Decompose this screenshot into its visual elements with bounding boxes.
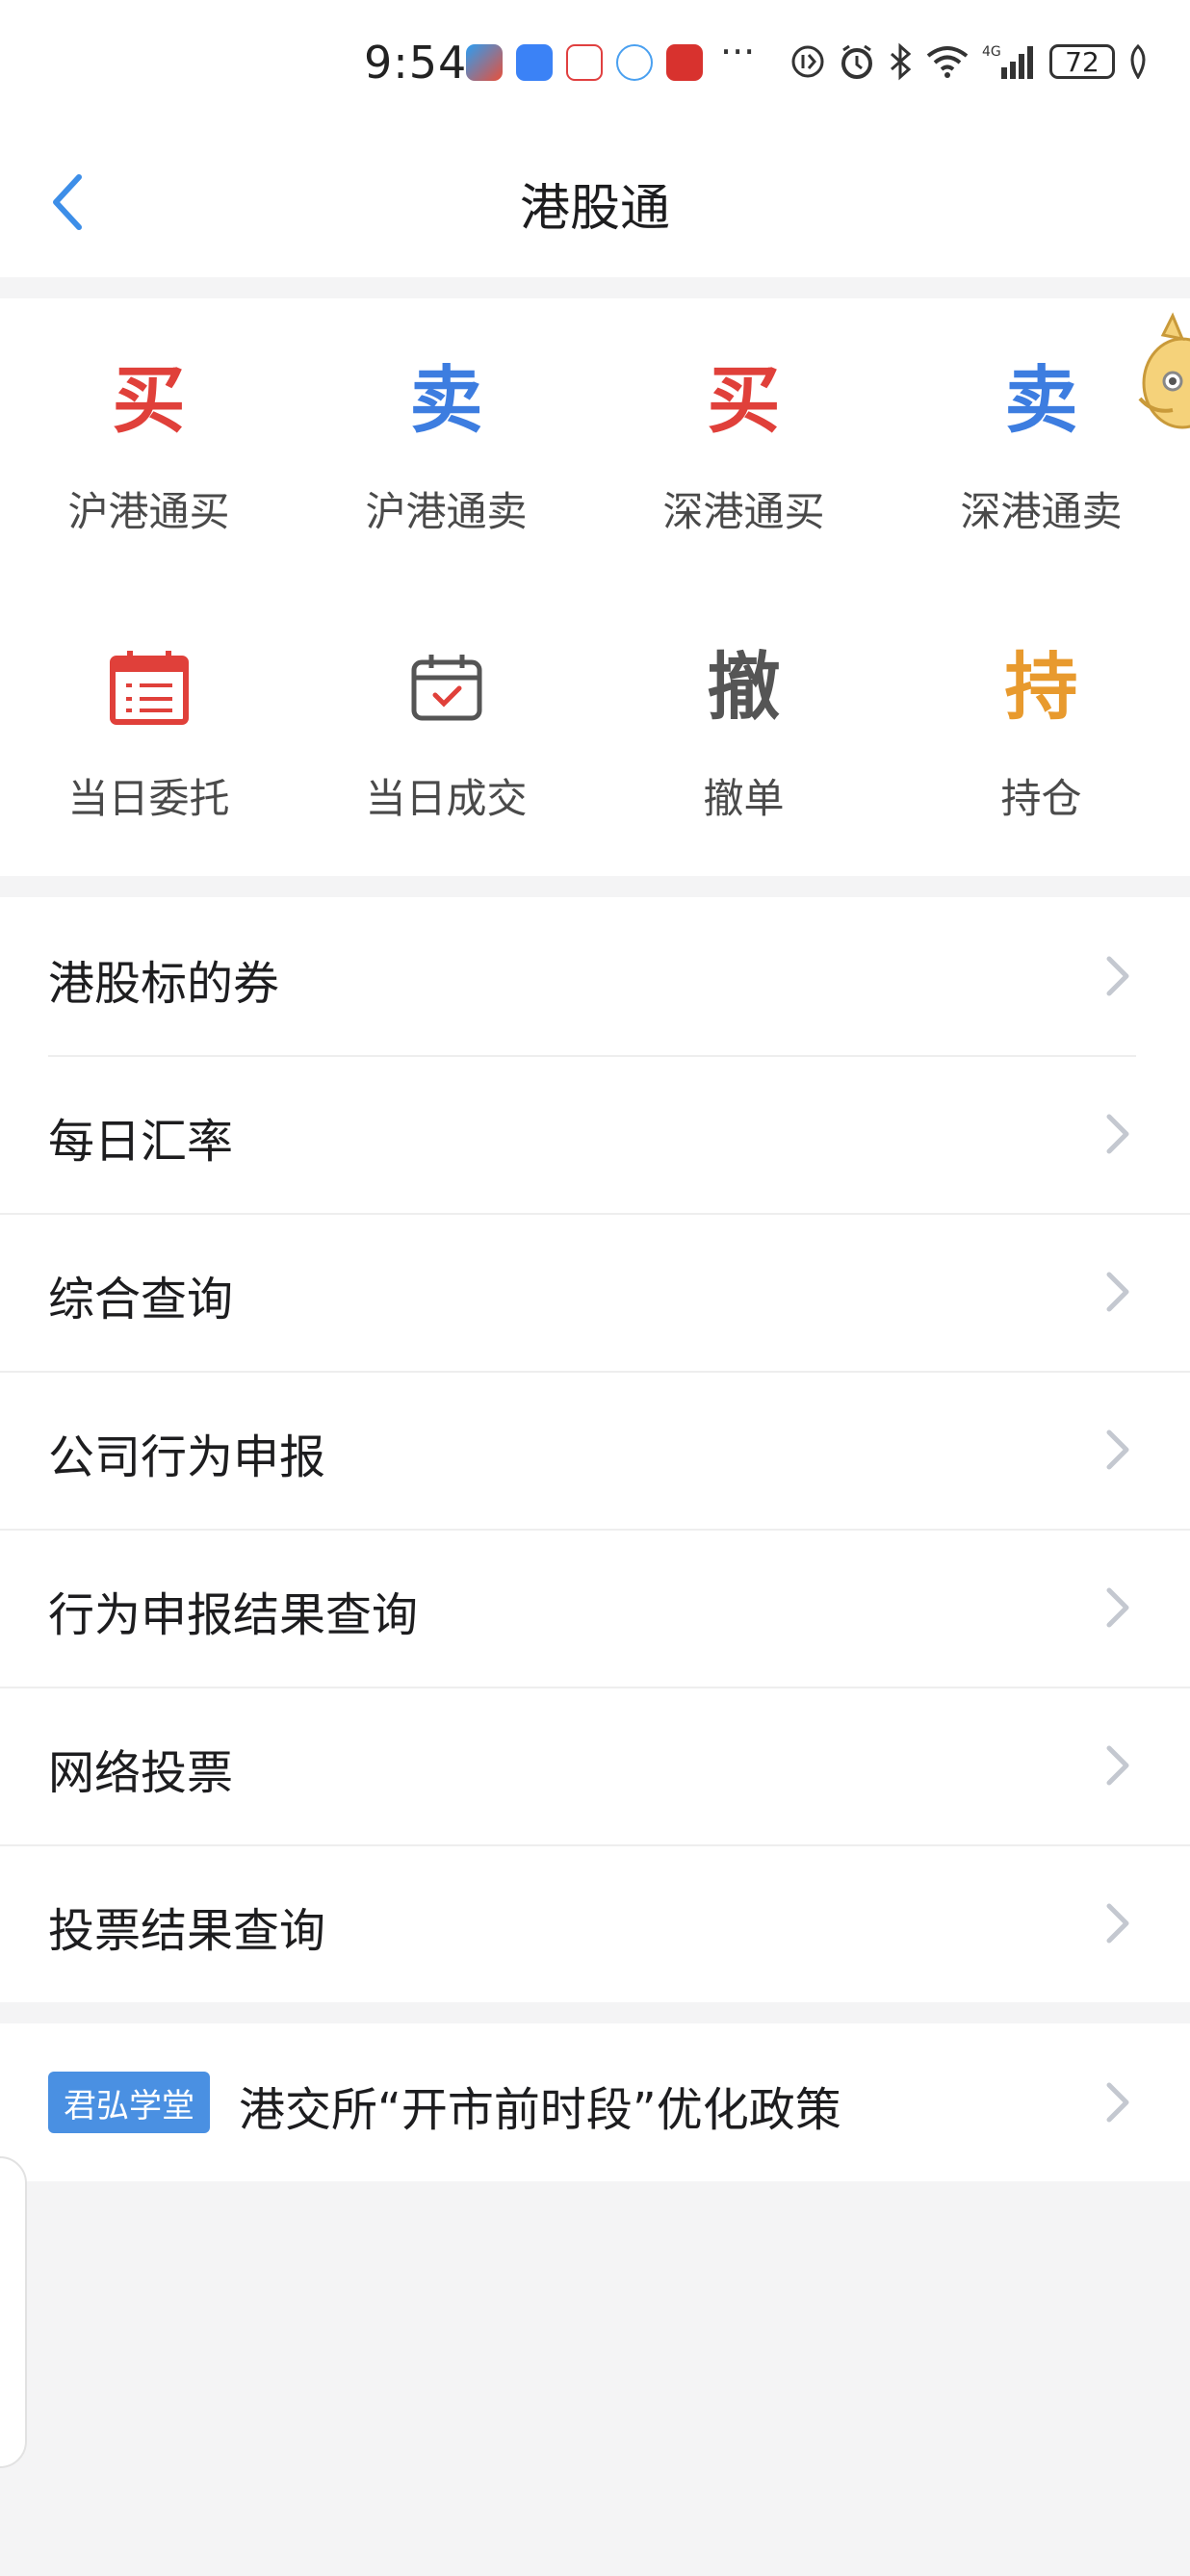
chevron-right-icon	[1106, 956, 1129, 996]
menu-item-label: 公司行为申报	[48, 1430, 326, 1484]
app-notification-icon	[516, 44, 553, 81]
chevron-right-icon	[1106, 1745, 1129, 1786]
buy-icon: 买	[112, 357, 186, 443]
charging-leaf-icon	[1130, 44, 1146, 79]
menu-item-label: 综合查询	[48, 1273, 234, 1327]
menu-item-hk-eligible-securities[interactable]: 港股标的券	[0, 897, 1190, 1055]
page-title: 港股通	[519, 180, 670, 238]
app-notification-icon	[566, 44, 603, 81]
trade-actions-grid: 买 沪港通买 卖 沪港通卖 买 深港通买 卖 深港通卖 当日委托 当日成交 撤 …	[0, 298, 1190, 876]
status-bar: 9:54 ··· 4G 72	[0, 0, 1190, 135]
mascot-icon[interactable]	[1134, 306, 1190, 441]
promo-badge: 君弘学堂	[48, 2072, 210, 2133]
cancel-order-button[interactable]: 撤 撤单	[595, 639, 892, 825]
chevron-right-icon	[1106, 1903, 1129, 1944]
chevron-right-icon	[1106, 2082, 1129, 2123]
more-notifications-icon: ···	[720, 31, 756, 73]
promo-article-link[interactable]: 君弘学堂 港交所“开市前时段”优化政策	[0, 2023, 1190, 2181]
4g-signal-icon: 4G	[982, 44, 1033, 79]
menu-item-declaration-result-query[interactable]: 行为申报结果查询	[0, 1529, 1190, 1687]
sell-icon: 卖	[409, 357, 483, 443]
bluetooth-icon	[891, 42, 912, 81]
alarm-icon	[841, 44, 872, 79]
data-saver-icon	[791, 45, 824, 78]
grid-item-label: 沪港通卖	[365, 488, 528, 535]
menu-item-voting-result-query[interactable]: 投票结果查询	[0, 1844, 1190, 2002]
menu-item-general-query[interactable]: 综合查询	[0, 1213, 1190, 1371]
menu-item-label: 网络投票	[48, 1746, 234, 1800]
sh-hk-sell-button[interactable]: 卖 沪港通卖	[298, 352, 595, 538]
grid-item-label: 当日成交	[365, 775, 528, 822]
grid-item-label: 深港通买	[662, 488, 825, 535]
today-deals-button[interactable]: 当日成交	[298, 639, 595, 825]
promo-title: 港交所“开市前时段”优化政策	[239, 2083, 841, 2137]
wifi-icon	[926, 46, 969, 78]
floating-side-tab[interactable]	[0, 2156, 27, 2468]
chevron-right-icon	[1106, 1114, 1129, 1154]
grid-item-label: 沪港通买	[67, 488, 230, 535]
positions-button[interactable]: 持 持仓	[892, 639, 1190, 825]
grid-item-label: 深港通卖	[960, 488, 1123, 535]
status-time: 9:54	[364, 37, 468, 89]
system-icons: 4G 72	[789, 42, 1150, 81]
app-notification-icon	[666, 44, 703, 81]
menu-item-daily-exchange-rate[interactable]: 每日汇率	[0, 1055, 1190, 1213]
app-notification-icon	[466, 44, 503, 81]
grid-item-label: 撤单	[703, 775, 785, 822]
buy-icon: 买	[707, 357, 781, 443]
app-notification-icon	[616, 44, 653, 81]
calendar-list-icon	[0, 639, 298, 735]
battery-indicator: 72	[1049, 44, 1115, 79]
today-orders-button[interactable]: 当日委托	[0, 639, 298, 825]
grid-item-label: 当日委托	[67, 775, 230, 822]
sh-hk-buy-button[interactable]: 买 沪港通买	[0, 352, 298, 538]
cancel-icon: 撤	[707, 644, 781, 730]
navigation-bar: 港股通	[0, 135, 1190, 277]
sz-hk-buy-button[interactable]: 买 深港通买	[595, 352, 892, 538]
chevron-right-icon	[1106, 1587, 1129, 1628]
menu-item-corporate-action-declaration[interactable]: 公司行为申报	[0, 1371, 1190, 1529]
chevron-right-icon	[1106, 1272, 1129, 1312]
calendar-check-icon	[298, 639, 595, 735]
menu-item-label: 投票结果查询	[48, 1904, 326, 1958]
grid-item-label: 持仓	[1000, 775, 1082, 822]
menu-list: 港股标的券 每日汇率 综合查询 公司行为申报 行为申报结果查询 网络投票 投票结…	[0, 897, 1190, 2002]
menu-item-label: 行为申报结果查询	[48, 1588, 419, 1642]
svg-text:4G: 4G	[982, 44, 1001, 60]
menu-item-label: 港股标的券	[48, 957, 280, 1011]
notification-icons	[466, 44, 703, 81]
menu-item-label: 每日汇率	[48, 1115, 234, 1169]
positions-icon: 持	[1004, 644, 1078, 730]
chevron-right-icon	[1106, 1430, 1129, 1470]
menu-item-online-voting[interactable]: 网络投票	[0, 1687, 1190, 1844]
